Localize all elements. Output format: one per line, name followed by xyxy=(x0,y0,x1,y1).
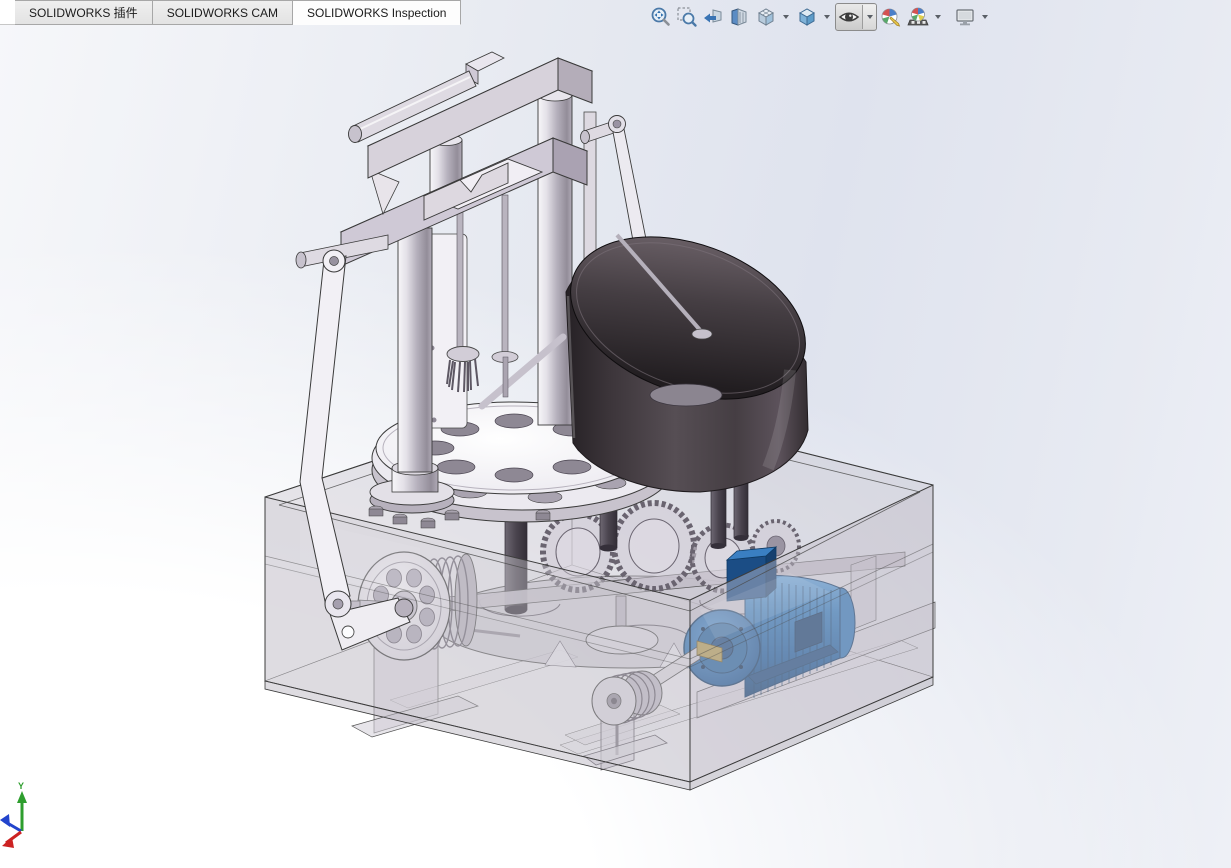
hide-show-items-dropdown[interactable] xyxy=(862,5,876,29)
view-settings-dropdown[interactable] xyxy=(978,4,991,30)
hide-show-items-button[interactable] xyxy=(836,4,862,30)
graphics-viewport[interactable]: Y xyxy=(0,0,1231,868)
monitor-icon xyxy=(956,9,974,26)
view-orientation-dropdown[interactable] xyxy=(779,4,792,30)
previous-view-button[interactable] xyxy=(700,4,726,30)
zoom-to-fit-icon xyxy=(651,7,670,26)
caret-icon xyxy=(866,15,873,19)
zoom-to-fit-button[interactable] xyxy=(648,4,674,30)
caret-icon xyxy=(823,15,830,19)
solidworks-window: { "app": { "name": "SOLIDWORKS" }, "tab_… xyxy=(0,0,1231,868)
view-settings-button[interactable] xyxy=(952,4,978,30)
section-view-button[interactable] xyxy=(726,4,752,30)
tabbar-lead xyxy=(0,0,15,25)
command-manager-tabbar: SOLIDWORKS 插件 SOLIDWORKS CAM SOLIDWORKS … xyxy=(0,0,462,25)
tab-solidworks-addins[interactable]: SOLIDWORKS 插件 xyxy=(15,0,153,25)
gusset-plate[interactable] xyxy=(369,169,400,216)
section-view-icon xyxy=(731,8,747,26)
tab-solidworks-cam[interactable]: SOLIDWORKS CAM xyxy=(152,0,294,25)
apply-scene-icon xyxy=(907,7,929,26)
tab-solidworks-inspection[interactable]: SOLIDWORKS Inspection xyxy=(293,0,462,25)
caret-icon xyxy=(782,15,789,19)
caret-icon xyxy=(981,15,988,19)
edit-appearance-button[interactable] xyxy=(878,4,904,30)
hide-show-items-group xyxy=(835,3,877,31)
triad-y-label: Y xyxy=(18,781,24,791)
front-column[interactable] xyxy=(391,227,439,493)
view-orientation-button[interactable] xyxy=(753,4,779,30)
zoom-to-area-button[interactable] xyxy=(674,4,700,30)
display-style-button[interactable] xyxy=(794,4,820,30)
right-link-bar[interactable] xyxy=(608,115,650,258)
model-scene[interactable]: Y xyxy=(0,0,1231,868)
display-style-dropdown[interactable] xyxy=(820,4,833,30)
eye-icon xyxy=(838,12,860,22)
caret-icon xyxy=(934,15,941,19)
origin-triad: Y xyxy=(0,781,27,848)
edit-appearance-icon xyxy=(881,8,901,27)
previous-view-icon xyxy=(704,9,722,23)
view-orientation-icon xyxy=(757,8,775,26)
display-style-icon xyxy=(798,8,816,26)
apply-scene-dropdown[interactable] xyxy=(931,4,944,30)
apply-scene-button[interactable] xyxy=(905,4,931,30)
zoom-to-area-icon xyxy=(677,7,697,27)
heads-up-view-toolbar xyxy=(648,2,992,32)
hopper-outlet xyxy=(649,383,723,407)
